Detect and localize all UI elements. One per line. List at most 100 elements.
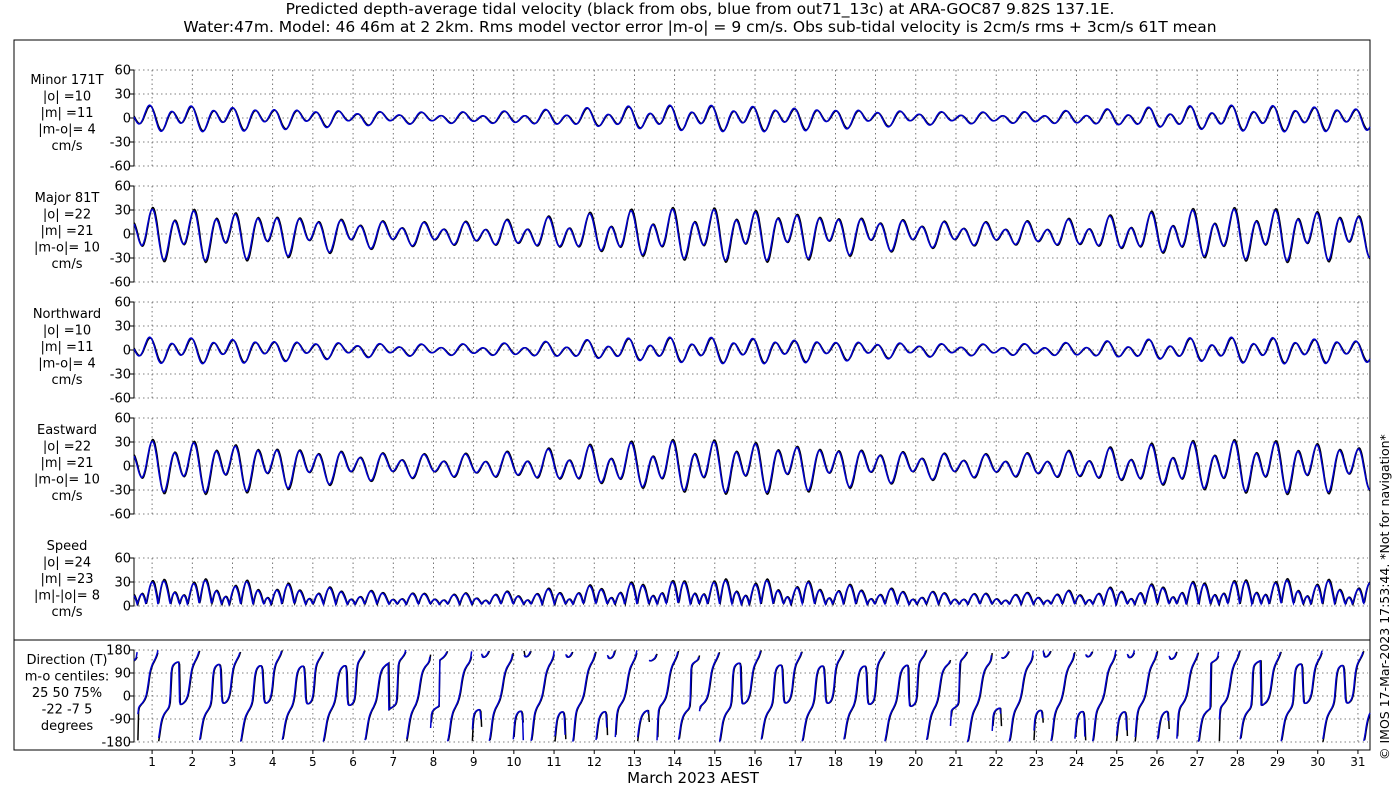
x-tick-label: 15 (707, 755, 722, 769)
y-tick-label: 60 (114, 296, 131, 311)
panel-label-line: |m-o|= 4 (38, 357, 96, 372)
x-tick-label: 30 (1310, 755, 1325, 769)
y-tick-label: 60 (114, 64, 131, 79)
y-tick-label: -60 (110, 392, 131, 407)
outer-frame-top (13, 39, 1371, 641)
series-line-major-model (133, 208, 1371, 262)
y-tick-label: 30 (114, 204, 131, 219)
x-tick-label: 16 (747, 755, 762, 769)
panel-label-line: -22 -7 5 (42, 703, 93, 718)
x-axis-label: March 2023 AEST (627, 769, 760, 787)
y-tick-label: -60 (110, 276, 131, 291)
y-tick-label: 180 (106, 644, 131, 659)
y-tick-label: 0 (123, 690, 131, 705)
panel-label-line: |o| =24 (43, 556, 91, 571)
x-tick-label: 3 (229, 755, 237, 769)
series-line-minor-obs (133, 105, 1371, 132)
y-tick-label: 30 (114, 436, 131, 451)
panel-label-line: |m-o|= 10 (34, 473, 100, 488)
x-tick-label: 2 (188, 755, 196, 769)
y-tick-label: -30 (110, 484, 131, 499)
y-tick-label: 0 (123, 460, 131, 475)
x-tick-label: 1 (148, 755, 156, 769)
y-tick-label: 60 (114, 552, 131, 567)
y-tick-label: -90 (110, 713, 131, 728)
x-tick-label: 25 (1109, 755, 1124, 769)
y-tick-label: 0 (123, 228, 131, 243)
series-line-major-obs (133, 206, 1371, 264)
x-tick-label: 6 (349, 755, 357, 769)
panel-label-line: |m-o|= 10 (34, 241, 100, 256)
x-tick-label: 4 (269, 755, 277, 769)
y-tick-label: -60 (110, 508, 131, 523)
panel-label-line: cm/s (52, 489, 83, 504)
y-tick-label: 0 (123, 344, 131, 359)
panel-label-line: |m| =21 (41, 456, 94, 471)
y-tick-label: -30 (110, 136, 131, 151)
panel-northward: Northward |o| =10 |m| =11 |m-o|= 4 cm/s 60 30 0… (33, 296, 1371, 407)
panel-label-line: |m| =23 (41, 572, 94, 587)
panel-label-line: |o| =10 (43, 324, 91, 339)
x-tick-label: 17 (788, 755, 803, 769)
panel-label-line: |m| =21 (41, 224, 94, 239)
x-tick-label: 19 (868, 755, 883, 769)
panel-label-northward: Northward |o| =10 |m| =11 |m-o|= 4 cm/s (33, 307, 101, 388)
x-tick-label: 5 (309, 755, 317, 769)
x-tick-label: 26 (1149, 755, 1164, 769)
x-tick-label: 28 (1230, 755, 1245, 769)
x-tick-label: 9 (470, 755, 478, 769)
panel-label-line: cm/s (52, 139, 83, 154)
panel-major: Major 81T |o| =22 |m| =21 |m-o|= 10 cm/s 60 30… (34, 180, 1371, 291)
y-tick-label: 0 (123, 112, 131, 127)
panel-label-line: Direction (T) (27, 653, 108, 668)
y-tick-label: 0 (123, 600, 131, 615)
panel-label-line: cm/s (52, 257, 83, 272)
panel-label-line: Eastward (37, 423, 97, 438)
x-tick-label: 8 (430, 755, 438, 769)
x-tick-label: 13 (627, 755, 642, 769)
tidal-velocity-chart: Minor 171T |o| =10 |m| =11 |m-o|= 4 cm/s6030… (13, 39, 1371, 787)
x-tick-label: 23 (1029, 755, 1044, 769)
y-tick-label: 60 (114, 412, 131, 427)
panel-speed: Speed |o| =24 |m| =23 |m|-|o|= 8 cm/s 60 30 0 (34, 539, 1371, 620)
x-tick-label: 22 (989, 755, 1004, 769)
x-tick-label: 12 (587, 755, 602, 769)
x-tick-label: 21 (948, 755, 963, 769)
copyright-notice: © IMOS 17-Mar-2023 17:53:44. *Not for na… (1377, 434, 1392, 760)
panel-label-line: |o| =22 (43, 208, 91, 223)
panel-label-eastward: Eastward |o| =22 |m| =21 |m-o|= 10 cm/s (34, 423, 100, 504)
y-tick-label: -180 (101, 736, 131, 751)
x-tick-label: 24 (1069, 755, 1084, 769)
panel-label-line: |m| =11 (41, 106, 94, 121)
x-tick-label: 31 (1350, 755, 1365, 769)
x-tick-label: 29 (1270, 755, 1285, 769)
y-tick-label: -60 (110, 160, 131, 175)
panel-label-line: |m|-|o|= 8 (34, 589, 100, 604)
y-tick-label: -30 (110, 252, 131, 267)
panel-label-minor: Minor 171T |o| =10 |m| =11 |m-o|= 4 cm/s (30, 73, 103, 154)
panel-label-line: |o| =22 (43, 440, 91, 455)
panel-label-major: Major 81T |o| =22 |m| =21 |m-o|= 10 cm/s (34, 191, 100, 272)
series-line-eastward-model (133, 440, 1371, 494)
series-line-eastward-obs (133, 438, 1371, 496)
x-tick-label: 20 (908, 755, 923, 769)
outer-frame-bottom (13, 639, 1371, 751)
panel-label-line: 25 50 75% (32, 686, 102, 701)
panel-label-line: |o| =10 (43, 90, 91, 105)
panel-label-direction: Direction (T) m-o centiles: 25 50 75% -22 -… (25, 653, 110, 734)
y-tick-label: 30 (114, 576, 131, 591)
panel-label-speed: Speed |o| =24 |m| =23 |m|-|o|= 8 cm/s (34, 539, 100, 620)
y-tick-label: 30 (114, 88, 131, 103)
y-tick-label: 90 (114, 667, 131, 682)
panel-label-line: m-o centiles: (25, 670, 110, 685)
x-axis: 1 2 3 4 5 6 7 8 9 10 11 12 13 14 15 16 17 18 19 20 21 22 23 24 2… (134, 749, 1370, 769)
x-tick-label: 7 (389, 755, 397, 769)
panel-label-line: Speed (47, 539, 88, 554)
y-tick-label: 60 (114, 180, 131, 195)
x-tick-label: 11 (546, 755, 561, 769)
y-tick-label: 30 (114, 320, 131, 335)
panel-label-line: |m-o|= 4 (38, 123, 96, 138)
panel-label-line: Minor 171T (30, 73, 103, 88)
panels-group: Minor 171T |o| =10 |m| =11 |m-o|= 4 cm/s6030… (25, 64, 1371, 751)
panel-label-line: |m| =11 (41, 340, 94, 355)
